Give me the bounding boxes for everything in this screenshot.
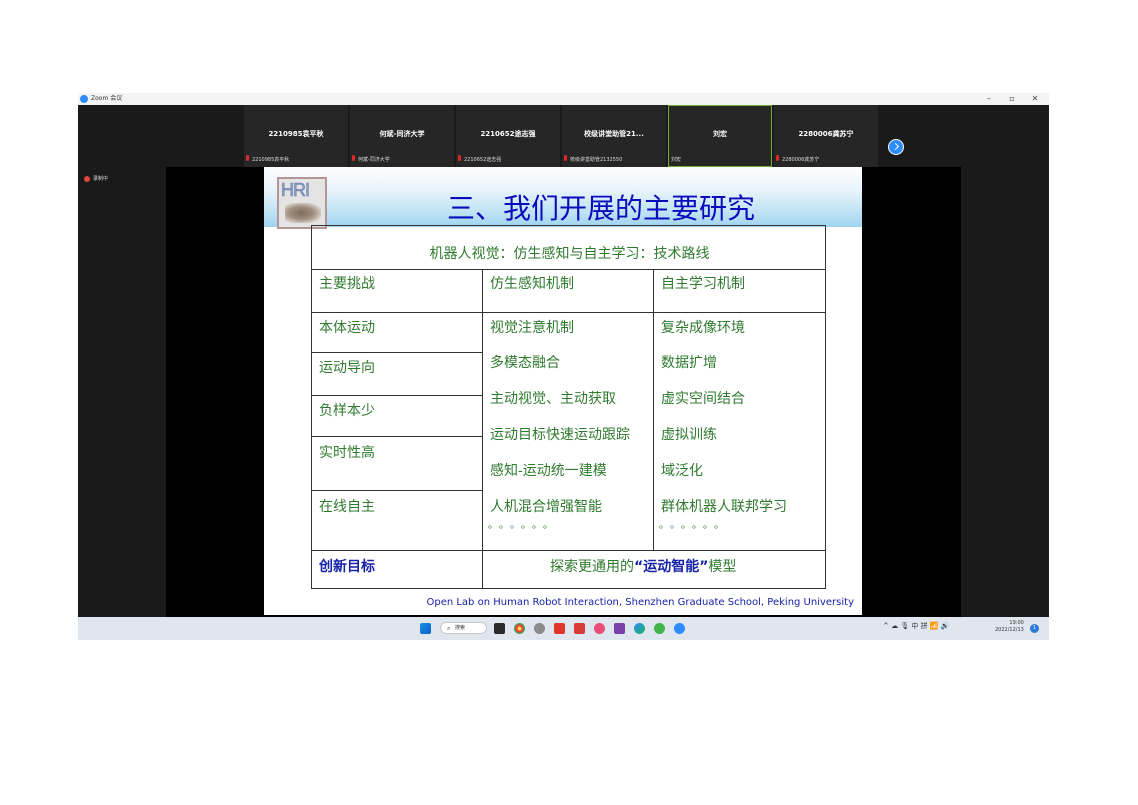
search-icon: ⌕: [447, 625, 451, 632]
divider: [312, 436, 482, 437]
close-button[interactable]: ✕: [1026, 93, 1044, 105]
mic-muted-icon: [351, 155, 356, 162]
zoom-taskbar-icon[interactable]: [674, 623, 685, 634]
bionic-item: 多模态融合: [490, 355, 560, 371]
task-view-icon[interactable]: [494, 623, 505, 634]
recording-label: 录制中: [93, 176, 109, 182]
maximize-button[interactable]: ▫: [1003, 93, 1021, 105]
autonomous-item: 虚拟训练: [661, 427, 717, 443]
app-icon[interactable]: [634, 623, 645, 634]
autonomous-item: 虚实空间结合: [661, 391, 745, 407]
slide-footer: Open Lab on Human Robot Interaction, She…: [426, 597, 854, 608]
app-icon[interactable]: [554, 623, 565, 634]
participant-tile[interactable]: 校级讲堂助管21... 校级讲堂助管2132550: [562, 105, 666, 167]
divider: [653, 269, 654, 550]
mic-muted-icon: [563, 155, 568, 162]
challenge-item: 运动导向: [319, 360, 375, 376]
divider: [312, 395, 482, 396]
mic-muted-icon: [457, 155, 462, 162]
minimize-button[interactable]: –: [980, 93, 998, 105]
innovation-highlight: “运动智能”: [634, 559, 709, 575]
participant-name: 2280006龚苏宁: [798, 130, 854, 138]
table-caption: 机器人视觉：仿生感知与自主学习：技术路线: [429, 246, 710, 262]
next-page-button[interactable]: [888, 139, 904, 155]
header-bionic: 仿生感知机制: [490, 276, 574, 292]
divider: [312, 352, 482, 353]
clock-date: 2022/12/13: [995, 627, 1024, 633]
bionic-item: 运动目标快速运动跟踪: [490, 427, 630, 443]
app-icon[interactable]: [594, 623, 605, 634]
autonomous-item: 数据扩增: [661, 355, 717, 371]
mic-muted-icon: [245, 155, 250, 162]
innovation-goal: 探索更通用的“运动智能”模型: [550, 556, 736, 576]
slide-title: 三、我们开展的主要研究: [446, 192, 755, 225]
participant-strip: 2210985袁平秋 2210985袁平秋 何斌-同济大学 何斌-同济大学 22…: [78, 105, 1049, 167]
settings-icon[interactable]: [534, 623, 545, 634]
clock-time: 19:00: [1009, 620, 1024, 626]
divider: [312, 490, 482, 491]
mic-muted-icon: [775, 155, 780, 162]
participant-label: 校级讲堂助管2132550: [570, 157, 623, 163]
notification-badge[interactable]: 1: [1030, 624, 1039, 633]
challenge-item: 实时性高: [319, 445, 375, 461]
participant-tile-active[interactable]: 刘宏 刘宏: [668, 105, 772, 167]
participant-tile[interactable]: 何斌-同济大学 何斌-同济大学: [350, 105, 454, 167]
divider: [312, 550, 825, 551]
app-icon[interactable]: [654, 623, 665, 634]
taskbar-search[interactable]: ⌕ 搜索: [440, 622, 487, 634]
system-tray[interactable]: ^ ☁ 🎙 中 拼 📶 🔊: [883, 621, 950, 631]
zoom-logo-icon: [80, 95, 88, 103]
divider: [312, 269, 825, 270]
participant-label: 2280006龚苏宁: [782, 157, 820, 163]
header-autonomous: 自主学习机制: [661, 276, 745, 292]
app-icon[interactable]: [574, 623, 585, 634]
header-challenges: 主要挑战: [319, 276, 375, 292]
participant-label: 刘宏: [671, 157, 682, 163]
search-label: 搜索: [455, 625, 466, 631]
chrome-icon[interactable]: [514, 623, 525, 634]
onenote-icon[interactable]: [614, 623, 625, 634]
participant-tile[interactable]: 2210985袁平秋 2210985袁平秋: [244, 105, 348, 167]
window-title: Zoom 会议: [91, 95, 123, 102]
challenge-item: 负样本少: [319, 403, 375, 419]
participant-tile[interactable]: 2280006龚苏宁 2280006龚苏宁: [774, 105, 878, 167]
participant-label: 2210652途志强: [464, 157, 502, 163]
participant-name: 刘宏: [713, 130, 727, 138]
innovation-prefix: 探索更通用的: [550, 559, 634, 575]
ellipsis: 。。。。。。: [659, 520, 730, 531]
participant-label: 何斌-同济大学: [358, 157, 390, 163]
bionic-item: 视觉注意机制: [490, 320, 574, 336]
innovation-suffix: 模型: [708, 559, 737, 575]
autonomous-item: 群体机器人联邦学习: [661, 499, 787, 515]
bionic-item: 感知-运动统一建模: [490, 463, 607, 479]
participant-name: 2210652途志强: [480, 130, 536, 138]
presentation-slide: HRI 三、我们开展的主要研究 机器人视觉：仿生感知与自主学习：技术路线 主要挑…: [264, 167, 862, 615]
windows-taskbar: ⌕ 搜索 ^ ☁ 🎙 中 拼 📶 🔊 19:00 2022/12/13 1: [78, 617, 1049, 640]
clock[interactable]: 19:00 2022/12/13: [995, 620, 1024, 634]
participant-name: 何斌-同济大学: [379, 130, 425, 138]
title-bar: Zoom 会议 – ▫ ✕: [78, 93, 1049, 105]
bionic-item: 人机混合增强智能: [490, 499, 602, 515]
divider: [312, 312, 825, 313]
participant-name: 校级讲堂助管21...: [584, 130, 644, 138]
divider: [482, 269, 483, 589]
participant-label: 2210985袁平秋: [252, 157, 290, 163]
participant-tile[interactable]: 2210652途志强 2210652途志强: [456, 105, 560, 167]
ellipsis: 。。。。。。: [488, 520, 559, 531]
recording-dot-icon: [84, 176, 90, 182]
innovation-label: 创新目标: [319, 559, 375, 575]
challenge-item: 本体运动: [319, 320, 375, 336]
start-icon[interactable]: [420, 623, 431, 634]
autonomous-item: 复杂成像环境: [661, 320, 745, 336]
autonomous-item: 域泛化: [661, 463, 703, 479]
participant-name: 2210985袁平秋: [268, 130, 324, 138]
bionic-item: 主动视觉、主动获取: [490, 391, 616, 407]
research-table: 机器人视觉：仿生感知与自主学习：技术路线 主要挑战 仿生感知机制 自主学习机制 …: [311, 225, 826, 589]
challenge-item: 在线自主: [319, 499, 375, 515]
